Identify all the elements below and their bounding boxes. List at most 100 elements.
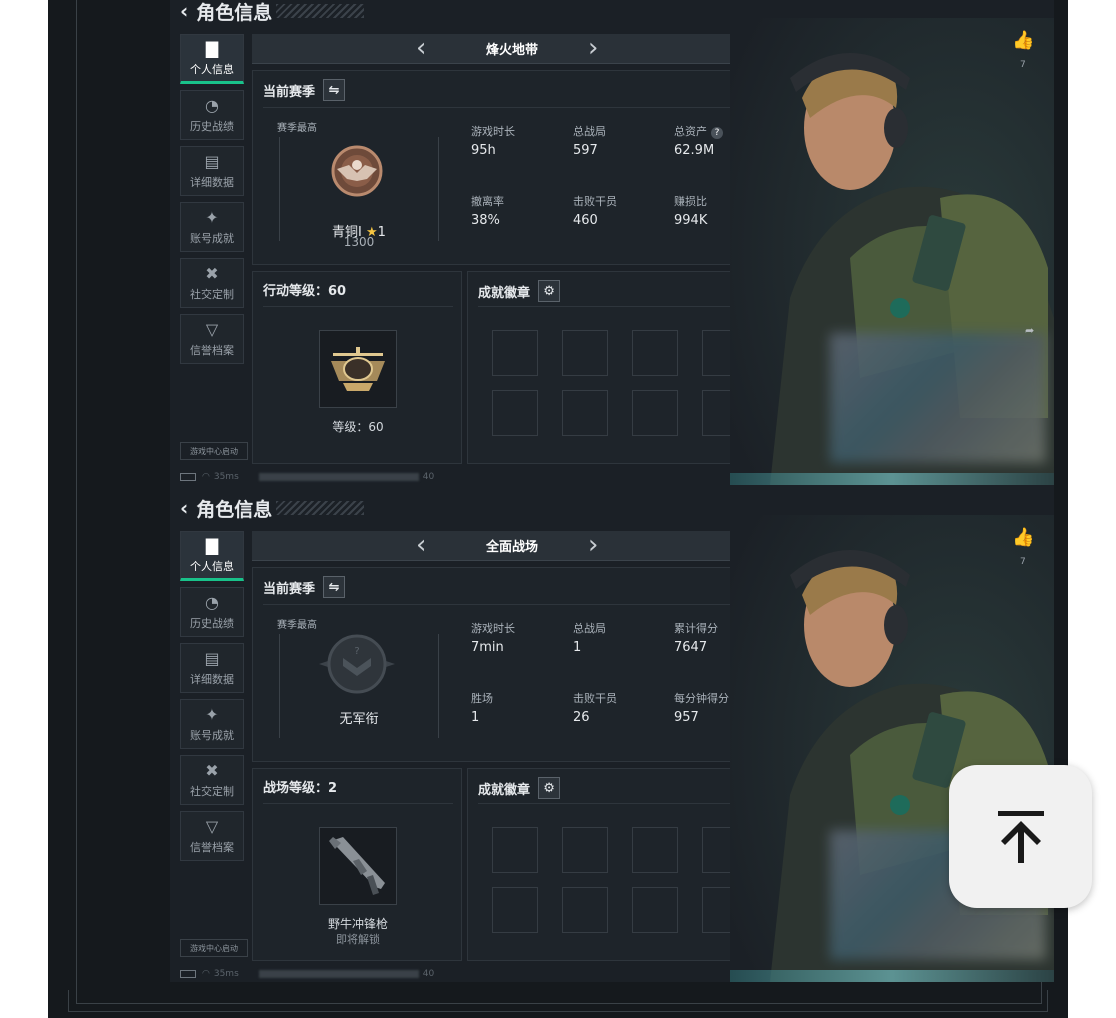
chevron-left-icon[interactable]: ‹ bbox=[180, 496, 188, 520]
svg-text:?: ? bbox=[354, 646, 359, 657]
title-hatch-decoration bbox=[276, 4, 365, 18]
sidebar-item-history[interactable]: ◔ 历史战绩 bbox=[180, 587, 244, 637]
sidebar-item-details[interactable]: ▤ 详细数据 bbox=[180, 643, 244, 693]
sidebar-item-achievements[interactable]: ✦ 账号成就 bbox=[180, 202, 244, 252]
stat-total-matches: 总战局 597 bbox=[573, 123, 663, 158]
unlock-status: 即将解锁 bbox=[336, 933, 380, 946]
badge-slot[interactable] bbox=[562, 827, 608, 873]
status-count: 40 bbox=[422, 472, 435, 482]
swap-icon[interactable]: ⇋ bbox=[323, 79, 346, 101]
chevron-left-icon[interactable]: ‹ bbox=[416, 34, 426, 62]
chevron-right-icon[interactable]: › bbox=[588, 34, 598, 62]
divider bbox=[263, 604, 763, 605]
badge-slot[interactable] bbox=[632, 330, 678, 376]
back-to-top-button[interactable] bbox=[949, 765, 1092, 908]
badge-slot[interactable] bbox=[562, 390, 608, 436]
divider bbox=[263, 107, 763, 108]
chevron-left-icon[interactable]: ‹ bbox=[180, 0, 188, 23]
status-count: 40 bbox=[422, 969, 435, 979]
page-title: 角色信息 bbox=[196, 1, 273, 24]
sidebar-item-label: 社交定制 bbox=[190, 784, 234, 798]
mode-switcher: ‹ 全面战场 › bbox=[252, 531, 772, 561]
sidebar-item-personal-info[interactable]: ▇ 个人信息 bbox=[180, 531, 244, 581]
battery-icon bbox=[180, 473, 196, 481]
sidebar-item-label: 账号成就 bbox=[190, 231, 234, 245]
season-title: 当前赛季 bbox=[263, 84, 316, 100]
badge-slot[interactable] bbox=[492, 390, 538, 436]
sidebar-item-achievements[interactable]: ✦ 账号成就 bbox=[180, 699, 244, 749]
sidebar-item-history[interactable]: ◔ 历史战绩 bbox=[180, 90, 244, 140]
bottom-glow-strip bbox=[730, 970, 1054, 982]
blurred-progress bbox=[258, 970, 419, 978]
blurred-progress bbox=[258, 473, 419, 481]
sidebar-item-label: 历史战绩 bbox=[190, 119, 234, 133]
stat-label: 胜场 bbox=[471, 692, 493, 705]
swap-icon[interactable]: ⇋ bbox=[323, 576, 346, 598]
game-center-launch-tag: 游戏中心启动 bbox=[180, 939, 248, 957]
gear-icon[interactable]: ⚙ bbox=[538, 777, 561, 799]
badge-slot[interactable] bbox=[562, 330, 608, 376]
season-best-label: 赛季最高 bbox=[277, 620, 317, 631]
weapon-unlock-tile[interactable] bbox=[319, 827, 397, 905]
badge-slot[interactable] bbox=[562, 887, 608, 933]
season-section: 当前赛季 ⇋ 赛季最高 ? 无军衔 游戏时长 7min 总战局 1 累计得分 7… bbox=[252, 567, 772, 762]
character-info-card-2: ‹ 角色信息 ▇ 个人信息 ◔ 历史战绩 ▤ 详细数据 ✦ 账号成就 ✖ 社交定… bbox=[170, 485, 1054, 982]
level-emblem-tile[interactable] bbox=[319, 330, 397, 408]
stat-label: 击败干员 bbox=[573, 195, 617, 208]
help-icon[interactable]: ? bbox=[711, 127, 723, 139]
stat-value: 597 bbox=[573, 143, 598, 158]
achievement-icon: ✦ bbox=[205, 704, 219, 724]
sidebar-item-label: 信誉档案 bbox=[190, 343, 234, 357]
divider bbox=[263, 803, 453, 804]
ping-text: 35ms bbox=[213, 969, 239, 979]
badges-title: 成就徽章 bbox=[478, 782, 531, 798]
ping-text: 35ms bbox=[213, 472, 239, 482]
shield-icon: ▽ bbox=[205, 319, 219, 339]
stat-label: 总资产 bbox=[674, 125, 707, 138]
blurred-profile-card bbox=[830, 333, 1046, 463]
level-title: 战场等级：2 bbox=[263, 781, 338, 796]
sidebar-item-reputation[interactable]: ▽ 信誉档案 bbox=[180, 314, 244, 364]
operation-level-section: 行动等级：60 等级：60 bbox=[252, 271, 462, 464]
wifi-icon: ◠ bbox=[202, 969, 210, 979]
frame-bottom-border bbox=[68, 990, 1048, 1012]
badge-slot[interactable] bbox=[492, 330, 538, 376]
stat-value: 1 bbox=[573, 640, 582, 655]
chevron-left-icon[interactable]: ‹ bbox=[416, 531, 426, 559]
chevron-right-icon[interactable]: › bbox=[588, 531, 598, 559]
bar-chart-icon: ▇ bbox=[205, 535, 219, 555]
sidebar-item-social[interactable]: ✖ 社交定制 bbox=[180, 258, 244, 308]
stat-label: 总战局 bbox=[573, 125, 606, 138]
gear-icon[interactable]: ⚙ bbox=[538, 280, 561, 302]
mode-switcher: ‹ 烽火地带 › bbox=[252, 34, 772, 64]
shield-icon: ▽ bbox=[205, 816, 219, 836]
divider bbox=[478, 803, 763, 804]
level-caption: 等级：60 bbox=[332, 420, 384, 434]
status-bar: ◠ 35ms 40 bbox=[180, 471, 480, 483]
sidebar-item-personal-info[interactable]: ▇ 个人信息 bbox=[180, 34, 244, 84]
sidebar-item-social[interactable]: ✖ 社交定制 bbox=[180, 755, 244, 805]
like-count: 7 bbox=[1020, 60, 1026, 70]
sidebar-item-details[interactable]: ▤ 详细数据 bbox=[180, 146, 244, 196]
thumbs-up-icon[interactable]: 👍 bbox=[1012, 30, 1034, 51]
badge-slot[interactable] bbox=[632, 827, 678, 873]
badges-title: 成就徽章 bbox=[478, 285, 531, 301]
clock-icon: ◔ bbox=[205, 592, 219, 612]
sidebar-item-reputation[interactable]: ▽ 信誉档案 bbox=[180, 811, 244, 861]
sidebar-item-label: 信誉档案 bbox=[190, 840, 234, 854]
sidebar-item-label: 账号成就 bbox=[190, 728, 234, 742]
badge-slot[interactable] bbox=[632, 390, 678, 436]
stat-value: 38% bbox=[471, 213, 500, 228]
thumbs-up-icon[interactable]: 👍 bbox=[1012, 527, 1034, 548]
header: ‹ 角色信息 bbox=[180, 493, 365, 523]
stat-label: 总战局 bbox=[573, 622, 606, 635]
badge-slot[interactable] bbox=[492, 887, 538, 933]
badge-slot[interactable] bbox=[492, 827, 538, 873]
badge-slot[interactable] bbox=[632, 887, 678, 933]
stat-value: 460 bbox=[573, 213, 598, 228]
achievement-badges-section: 成就徽章 ⚙ bbox=[467, 271, 772, 464]
stat-value: 26 bbox=[573, 710, 590, 725]
battlefield-level-section: 战场等级：2 野牛冲锋枪 即将解锁 bbox=[252, 768, 462, 961]
season-section: 当前赛季 ⇋ 赛季最高 青铜Ⅰ ★1 1300 游戏时长 95h 总战局 597… bbox=[252, 70, 772, 265]
season-best-label: 赛季最高 bbox=[277, 123, 317, 134]
